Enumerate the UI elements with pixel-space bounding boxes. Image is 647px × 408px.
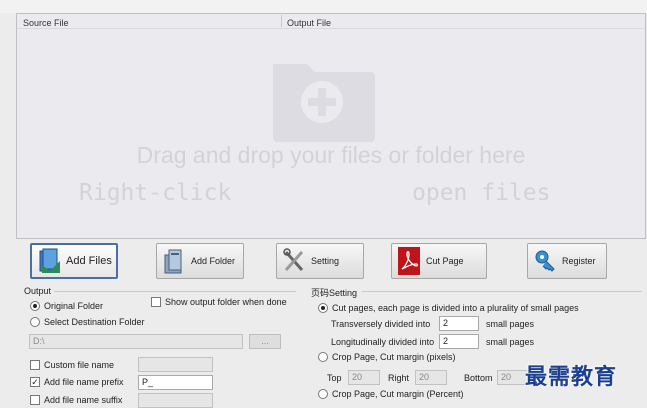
header-separator: [17, 28, 645, 29]
crop-pixels-option[interactable]: Crop Page, Cut margin (pixels): [318, 352, 456, 362]
crop-percent-radio[interactable]: [318, 389, 328, 399]
add-folder-button[interactable]: Add Folder: [156, 243, 244, 279]
title-strip: [0, 0, 647, 13]
page-setting-group-title: 页码Setting: [311, 288, 358, 298]
cut-page-button[interactable]: Cut Page: [391, 243, 487, 279]
custom-file-name-option[interactable]: Custom file name: [30, 360, 114, 370]
original-folder-option[interactable]: Original Folder: [30, 301, 103, 311]
longitudinal-unit: small pages: [486, 337, 535, 347]
show-output-folder-checkbox[interactable]: [151, 297, 161, 307]
file-list[interactable]: Source File Output File Drag and drop yo…: [16, 13, 646, 239]
add-suffix-option[interactable]: Add file name suffix: [30, 395, 122, 405]
top-label: Top: [327, 373, 342, 383]
cut-pages-option[interactable]: Cut pages, each page is divided into a p…: [318, 303, 579, 313]
watermark-logo: 最需教育: [525, 364, 618, 390]
add-files-icon: [39, 248, 60, 273]
custom-file-name-checkbox[interactable]: [30, 360, 40, 370]
column-header-output[interactable]: Output File: [287, 18, 331, 28]
crop-pixels-label: Crop Page, Cut margin (pixels): [332, 352, 456, 362]
transverse-unit: small pages: [486, 319, 535, 329]
add-folder-icon: [164, 249, 182, 274]
drop-hint-line2-left: Right-click: [79, 180, 232, 206]
custom-file-name-label: Custom file name: [44, 360, 115, 370]
drop-hint-line2-right: open files: [412, 180, 551, 206]
column-divider: [281, 15, 282, 27]
add-suffix-label: Add file name suffix: [44, 395, 123, 405]
select-destination-option[interactable]: Select Destination Folder: [30, 317, 145, 327]
add-prefix-checkbox[interactable]: ✓: [30, 377, 40, 387]
folder-add-icon: [273, 64, 375, 142]
top-field[interactable]: 20: [348, 370, 380, 385]
custom-file-name-field[interactable]: [138, 357, 213, 372]
longitudinal-field[interactable]: 2: [439, 334, 479, 349]
drop-hint-line1: Drag and drop your files or folder here: [136, 142, 526, 168]
right-field[interactable]: 20: [415, 370, 447, 385]
tools-icon: [283, 248, 304, 271]
setting-label: Setting: [311, 256, 340, 266]
app-window: Source File Output File Drag and drop yo…: [0, 0, 647, 408]
register-button[interactable]: Register: [527, 243, 607, 279]
prefix-field[interactable]: P_: [138, 375, 213, 390]
column-header-source[interactable]: Source File: [23, 18, 69, 28]
bottom-label: Bottom: [464, 373, 493, 383]
cut-pages-radio[interactable]: [318, 303, 328, 313]
add-files-label: Add Files: [66, 255, 112, 267]
destination-path-field[interactable]: D:\: [29, 334, 243, 349]
add-files-button[interactable]: Add Files: [30, 243, 118, 279]
cut-page-label: Cut Page: [426, 256, 464, 266]
transverse-label: Transversely divided into: [331, 319, 431, 329]
transverse-field[interactable]: 2: [439, 316, 479, 331]
setting-button[interactable]: Setting: [276, 243, 364, 279]
register-label: Register: [562, 256, 596, 266]
original-folder-label: Original Folder: [44, 301, 104, 311]
show-output-folder-option[interactable]: Show output folder when done: [151, 297, 287, 307]
output-group-title: Output: [24, 286, 52, 296]
add-folder-label: Add Folder: [191, 256, 236, 266]
pdf-icon: [398, 247, 420, 275]
show-output-folder-label: Show output folder when done: [165, 297, 287, 307]
select-destination-radio[interactable]: [30, 317, 40, 327]
add-prefix-option[interactable]: ✓ Add file name prefix: [30, 377, 124, 387]
right-label: Right: [388, 373, 410, 383]
select-destination-label: Select Destination Folder: [44, 317, 145, 327]
output-group-border: [54, 291, 296, 292]
crop-percent-option[interactable]: Crop Page, Cut margin (Percent): [318, 389, 464, 399]
original-folder-radio[interactable]: [30, 301, 40, 311]
key-icon: [535, 250, 555, 272]
add-prefix-label: Add file name prefix: [44, 377, 124, 387]
longitudinal-label: Longitudinally divided into: [331, 337, 435, 347]
browse-button[interactable]: ...: [249, 334, 281, 349]
crop-pixels-radio[interactable]: [318, 352, 328, 362]
page-setting-group-border: [362, 291, 642, 292]
cut-pages-label: Cut pages, each page is divided into a p…: [332, 303, 579, 313]
add-suffix-checkbox[interactable]: [30, 395, 40, 405]
crop-percent-label: Crop Page, Cut margin (Percent): [332, 389, 464, 399]
